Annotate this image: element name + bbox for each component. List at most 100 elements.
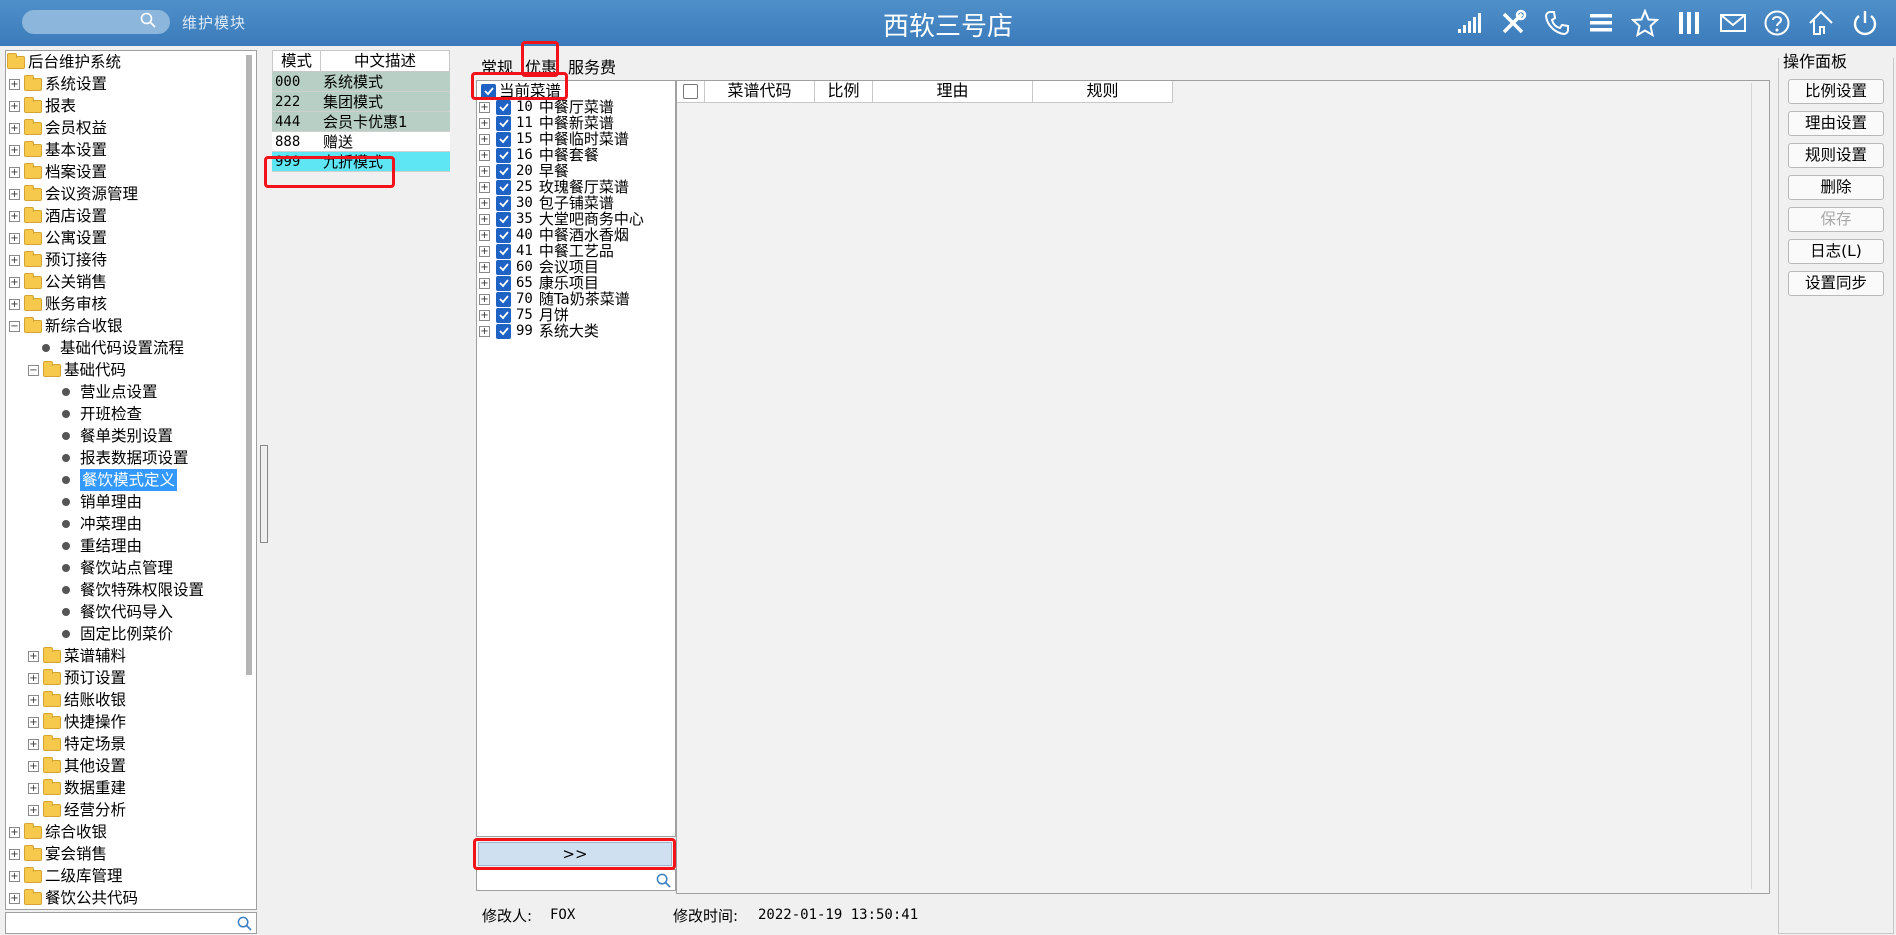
checkbox-checked-icon[interactable] bbox=[496, 275, 511, 291]
expand-icon[interactable]: + bbox=[479, 133, 490, 145]
category-item[interactable]: +11 中餐新菜谱 bbox=[479, 115, 614, 131]
checkbox-checked-icon[interactable] bbox=[496, 195, 511, 211]
search-input[interactable] bbox=[22, 10, 170, 34]
collapse-icon[interactable]: − bbox=[9, 320, 20, 332]
tree-item-member-benefits[interactable]: + 会员权益 bbox=[9, 117, 107, 139]
tree-item-new-pos[interactable]: − 新综合收银 bbox=[9, 315, 123, 337]
grid-scrollbar[interactable] bbox=[1751, 83, 1767, 889]
expand-icon[interactable]: + bbox=[9, 254, 20, 266]
category-item[interactable]: +41 中餐工艺品 bbox=[479, 243, 614, 259]
expand-icon[interactable]: + bbox=[28, 716, 39, 728]
category-item[interactable]: +60 会议项目 bbox=[479, 259, 599, 275]
ratio-settings-button[interactable]: 比例设置 bbox=[1788, 79, 1884, 104]
help-icon[interactable] bbox=[1762, 8, 1792, 38]
table-row[interactable]: 222 集团模式 bbox=[272, 92, 450, 112]
tree-item-other-settings[interactable]: + 其他设置 bbox=[28, 755, 126, 777]
expand-icon[interactable]: + bbox=[9, 188, 20, 200]
tree-item-pr-sales[interactable]: + 公关销售 bbox=[9, 271, 107, 293]
tree-item-fixed-ratio[interactable]: 固定比例菜价 bbox=[58, 623, 173, 645]
tree-item-analysis[interactable]: + 经营分析 bbox=[28, 799, 126, 821]
category-item[interactable]: +75 月饼 bbox=[479, 307, 569, 323]
category-item[interactable]: +70 随Ta奶茶菜谱 bbox=[479, 291, 630, 307]
checkbox-checked-icon[interactable] bbox=[496, 259, 511, 275]
table-row[interactable]: 888 赠送 bbox=[272, 132, 450, 152]
search-icon[interactable] bbox=[140, 12, 156, 28]
expand-icon[interactable]: + bbox=[9, 78, 20, 90]
reason-settings-button[interactable]: 理由设置 bbox=[1788, 111, 1884, 136]
expand-icon[interactable]: + bbox=[479, 309, 490, 321]
expand-icon[interactable]: + bbox=[9, 826, 20, 838]
category-item[interactable]: +99 系统大类 bbox=[479, 323, 599, 339]
checkbox-checked-icon[interactable] bbox=[496, 211, 511, 227]
expand-icon[interactable]: + bbox=[479, 213, 490, 225]
checkbox-checked-icon[interactable] bbox=[496, 323, 511, 339]
search-icon[interactable] bbox=[656, 873, 671, 888]
expand-icon[interactable]: + bbox=[479, 149, 490, 161]
expand-icon[interactable]: + bbox=[9, 298, 20, 310]
tree-item-system-settings[interactable]: + 系统设置 bbox=[9, 73, 107, 95]
expand-icon[interactable]: + bbox=[479, 101, 490, 113]
column-header-mode[interactable]: 模式 bbox=[273, 51, 321, 71]
house-icon[interactable] bbox=[1806, 8, 1836, 38]
menu-icon[interactable] bbox=[1586, 8, 1616, 38]
tree-item-base-code[interactable]: − 基础代码 bbox=[28, 359, 126, 381]
expand-icon[interactable]: + bbox=[479, 325, 490, 337]
tree-item-booking-settings[interactable]: + 预订设置 bbox=[28, 667, 126, 689]
column-header-desc[interactable]: 中文描述 bbox=[321, 51, 449, 71]
sync-settings-button[interactable]: 设置同步 bbox=[1788, 271, 1884, 296]
tree-item-reports[interactable]: + 报表 bbox=[9, 95, 76, 117]
signal-icon[interactable] bbox=[1454, 8, 1484, 38]
expand-icon[interactable]: + bbox=[28, 760, 39, 772]
category-item[interactable]: +16 中餐套餐 bbox=[479, 147, 599, 163]
category-item[interactable]: +40 中餐酒水香烟 bbox=[479, 227, 629, 243]
tab-general[interactable]: 常规 bbox=[481, 54, 513, 78]
expand-icon[interactable]: + bbox=[9, 892, 20, 904]
star-icon[interactable] bbox=[1630, 8, 1660, 38]
category-item[interactable]: +10 中餐厅菜谱 bbox=[479, 99, 614, 115]
mail-icon[interactable] bbox=[1718, 8, 1748, 38]
tree-item-integrated-pos[interactable]: + 综合收银 bbox=[9, 821, 107, 843]
checkbox-checked-icon[interactable] bbox=[496, 163, 511, 179]
checkbox-checked-icon[interactable] bbox=[496, 99, 511, 115]
tree-item-report-data[interactable]: 报表数据项设置 bbox=[58, 447, 189, 469]
tree-item-reservation[interactable]: + 预订接待 bbox=[9, 249, 107, 271]
expand-icon[interactable]: + bbox=[479, 197, 490, 209]
expand-icon[interactable]: + bbox=[28, 804, 39, 816]
checkbox-checked-icon[interactable] bbox=[496, 307, 511, 323]
checkbox-checked-icon[interactable] bbox=[481, 83, 496, 99]
expand-icon[interactable]: + bbox=[479, 277, 490, 289]
expand-icon[interactable]: + bbox=[9, 870, 20, 882]
tree-item-shortcuts[interactable]: + 快捷操作 bbox=[28, 711, 126, 733]
expand-icon[interactable]: + bbox=[9, 122, 20, 134]
panel-splitter[interactable] bbox=[260, 445, 268, 543]
tree-item-banquet-sales[interactable]: + 宴会销售 bbox=[9, 843, 107, 865]
expand-icon[interactable]: + bbox=[9, 144, 20, 156]
tree-item-data-rebuild[interactable]: + 数据重建 bbox=[28, 777, 126, 799]
tree-item-special-permission[interactable]: 餐饮特殊权限设置 bbox=[58, 579, 204, 601]
tree-search-input[interactable] bbox=[5, 912, 257, 934]
tree-item-checkout[interactable]: + 结账收银 bbox=[28, 689, 126, 711]
expand-icon[interactable]: + bbox=[479, 181, 490, 193]
expand-icon[interactable]: + bbox=[28, 694, 39, 706]
expand-icon[interactable]: + bbox=[28, 672, 39, 684]
expand-icon[interactable]: + bbox=[479, 261, 490, 273]
delete-button[interactable]: 删除 bbox=[1788, 175, 1884, 200]
select-all-checkbox[interactable] bbox=[683, 84, 698, 99]
tree-item-archive-settings[interactable]: + 档案设置 bbox=[9, 161, 107, 183]
category-item[interactable]: +20 早餐 bbox=[479, 163, 569, 179]
tab-service-charge[interactable]: 服务费 bbox=[568, 54, 616, 78]
category-item[interactable]: +15 中餐临时菜谱 bbox=[479, 131, 629, 147]
tree-scrollbar[interactable] bbox=[246, 55, 252, 675]
expand-icon[interactable]: + bbox=[9, 232, 20, 244]
table-row[interactable]: 444 会员卡优惠1 bbox=[272, 112, 450, 132]
tree-item-shift-check[interactable]: 开班检查 bbox=[58, 403, 142, 425]
tree-item-base-code-flow[interactable]: 基础代码设置流程 bbox=[38, 337, 184, 359]
expand-icon[interactable]: + bbox=[9, 276, 20, 288]
tree-item-resettle-reason[interactable]: 重结理由 bbox=[58, 535, 142, 557]
phone-icon[interactable] bbox=[1542, 8, 1572, 38]
checkbox-checked-icon[interactable] bbox=[496, 227, 511, 243]
tree-item-audit[interactable]: + 账务审核 bbox=[9, 293, 107, 315]
checkbox-checked-icon[interactable] bbox=[496, 131, 511, 147]
expand-icon[interactable]: + bbox=[479, 293, 490, 305]
tree-root[interactable]: 后台维护系统 bbox=[7, 51, 121, 73]
